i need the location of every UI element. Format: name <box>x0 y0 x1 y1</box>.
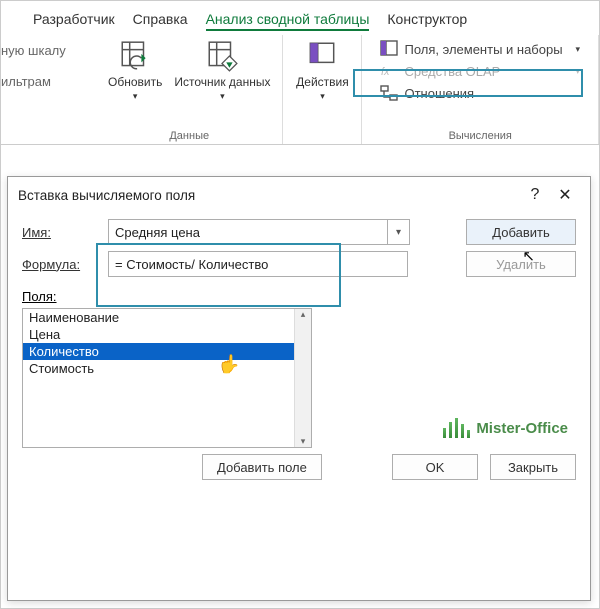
refresh-button[interactable]: Обновить ▾ <box>104 37 166 104</box>
delete-button: Удалить <box>466 251 576 277</box>
insert-calculated-field-dialog: Вставка вычисляемого поля ? ✕ Имя: ▾ Доб… <box>7 176 591 601</box>
ribbon-group-calc: Поля, элементы и наборы ▾ fx Средства OL… <box>362 35 599 144</box>
relationships-icon <box>380 84 398 102</box>
chevron-down-icon: ▾ <box>133 91 138 102</box>
scrollbar[interactable]: ▴▾ <box>294 309 311 447</box>
chevron-down-icon: ▾ <box>575 66 580 77</box>
chevron-down-icon: ▾ <box>575 44 580 55</box>
tab-developer[interactable]: Разработчик <box>33 9 115 31</box>
olap-tools-button: fx Средства OLAP ▾ <box>376 61 584 81</box>
svg-text:fx: fx <box>381 66 390 78</box>
list-item[interactable]: Количество <box>23 343 311 360</box>
ok-button[interactable]: OK <box>392 454 478 480</box>
fields-items-sets-label: Поля, элементы и наборы <box>404 42 562 57</box>
tab-help[interactable]: Справка <box>133 9 188 31</box>
ribbon-group-actions: Действия ▾ <box>283 35 362 144</box>
group-label-data: Данные <box>169 128 209 144</box>
bars-icon <box>443 418 470 438</box>
dialog-titlebar: Вставка вычисляемого поля ? ✕ <box>8 177 590 213</box>
name-label: Имя: <box>22 225 98 240</box>
formula-label: Формула: <box>22 257 98 272</box>
name-input[interactable] <box>108 219 388 245</box>
close-dialog-button[interactable]: Закрыть <box>490 454 576 480</box>
watermark-text: Mister-Office <box>476 420 568 437</box>
refresh-label: Обновить <box>108 75 162 89</box>
actions-icon <box>305 39 339 73</box>
list-item[interactable]: Стоимость <box>23 360 311 377</box>
actions-button[interactable]: Действия ▾ <box>291 37 353 104</box>
group-label-calc: Вычисления <box>449 128 512 144</box>
fields-sets-icon <box>380 40 398 58</box>
formula-input[interactable] <box>108 251 408 277</box>
ribbon: ную шкалу ильтрам Обновить ▾ <box>1 35 599 145</box>
relationships-label: Отношения <box>404 86 474 101</box>
relationships-button[interactable]: Отношения <box>376 83 584 103</box>
dialog-title: Вставка вычисляемого поля <box>18 188 195 203</box>
close-button[interactable]: ✕ <box>550 185 580 205</box>
list-item[interactable]: Цена <box>23 326 311 343</box>
chevron-down-icon[interactable]: ▾ <box>388 219 410 245</box>
add-field-button[interactable]: Добавить поле <box>202 454 322 480</box>
data-source-button[interactable]: Источник данных ▾ <box>170 37 274 104</box>
watermark: Mister-Office <box>443 418 568 438</box>
list-item[interactable]: Наименование <box>23 309 311 326</box>
olap-icon: fx <box>380 62 398 80</box>
fragment-text-2: ильтрам <box>1 74 86 89</box>
help-button[interactable]: ? <box>520 186 550 204</box>
chevron-down-icon: ▾ <box>220 91 225 102</box>
tab-design[interactable]: Конструктор <box>387 9 467 31</box>
tab-analyze[interactable]: Анализ сводной таблицы <box>206 9 370 31</box>
source-icon <box>205 39 239 73</box>
source-label: Источник данных <box>174 75 270 89</box>
fields-items-sets-button[interactable]: Поля, элементы и наборы ▾ <box>376 39 584 59</box>
chevron-down-icon: ▾ <box>320 91 325 102</box>
fields-listbox[interactable]: Наименование Цена Количество Стоимость ▴… <box>22 308 312 448</box>
ribbon-left-fragment: ную шкалу ильтрам <box>1 35 96 144</box>
olap-tools-label: Средства OLAP <box>404 64 500 79</box>
actions-label: Действия <box>296 75 349 89</box>
add-button[interactable]: Добавить <box>466 219 576 245</box>
refresh-icon <box>118 39 152 73</box>
fields-label: Поля: <box>22 289 576 304</box>
fragment-text-1: ную шкалу <box>1 43 86 58</box>
ribbon-group-data: Обновить ▾ Источник данных ▾ Данные <box>96 35 283 144</box>
ribbon-tabs: Разработчик Справка Анализ сводной табли… <box>1 1 599 35</box>
name-combo[interactable]: ▾ <box>108 219 410 245</box>
